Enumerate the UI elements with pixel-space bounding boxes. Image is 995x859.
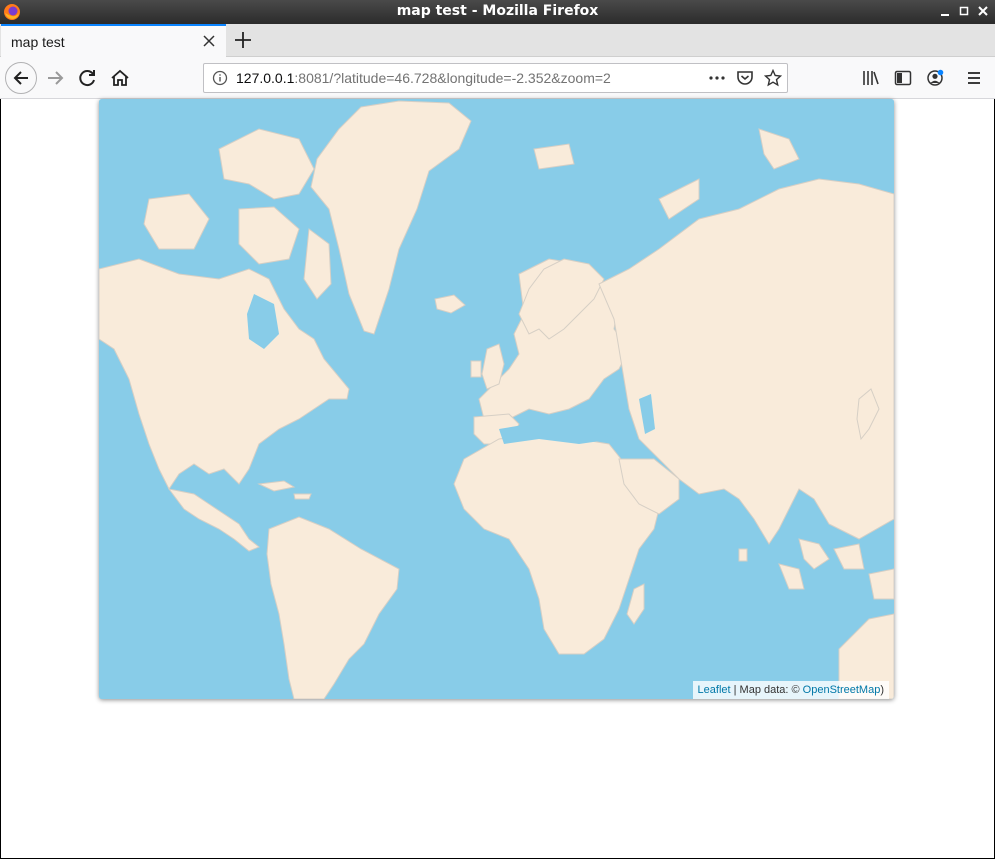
reload-icon — [79, 70, 95, 87]
window-title: map test - Mozilla Firefox — [396, 3, 599, 19]
library-icon[interactable] — [862, 69, 880, 87]
sidebar-icon[interactable] — [894, 69, 912, 87]
window-titlebar: map test - Mozilla Firefox — [0, 0, 995, 24]
back-button[interactable] — [5, 62, 37, 94]
reload-button[interactable] — [72, 62, 104, 94]
navigation-toolbar: 127.0.0.1:8081/?latitude=46.728&longitud… — [0, 57, 995, 99]
attribution-close: ) — [880, 684, 884, 696]
minimize-icon[interactable] — [938, 4, 952, 18]
attribution-separator: | Map data: © — [730, 684, 803, 696]
more-icon[interactable] — [708, 69, 726, 87]
close-tab-icon[interactable] — [200, 32, 218, 50]
url-bar[interactable]: 127.0.0.1:8081/?latitude=46.728&longitud… — [203, 63, 788, 93]
map-attribution: Leaflet | Map data: © OpenStreetMap) — [692, 681, 889, 699]
openstreetmap-link[interactable]: OpenStreetMap — [803, 684, 881, 696]
tab-title: map test — [11, 34, 65, 50]
leaflet-map[interactable]: Leaflet | Map data: © OpenStreetMap) — [99, 99, 894, 699]
pocket-icon[interactable] — [736, 69, 754, 87]
leaflet-link[interactable]: Leaflet — [698, 684, 731, 696]
home-icon — [111, 69, 129, 86]
back-icon — [13, 71, 28, 85]
home-button[interactable] — [104, 62, 136, 94]
account-icon[interactable] — [926, 69, 944, 87]
world-map-tiles[interactable] — [99, 99, 894, 699]
menu-icon[interactable] — [965, 69, 983, 87]
new-tab-icon[interactable] — [232, 29, 254, 51]
close-window-icon[interactable] — [976, 4, 990, 18]
info-icon[interactable] — [212, 70, 228, 86]
maximize-icon[interactable] — [957, 4, 971, 18]
url-text[interactable]: 127.0.0.1:8081/?latitude=46.728&longitud… — [236, 70, 611, 86]
url-host: 127.0.0.1 — [236, 70, 295, 86]
forward-icon — [48, 71, 64, 85]
forward-button[interactable] — [40, 62, 72, 94]
tab-map-test[interactable]: map test — [1, 24, 226, 57]
url-path: :8081/?latitude=46.728&longitude=-2.352&… — [294, 70, 611, 86]
bookmark-star-icon[interactable] — [764, 69, 782, 87]
tab-strip: map test — [0, 24, 995, 57]
